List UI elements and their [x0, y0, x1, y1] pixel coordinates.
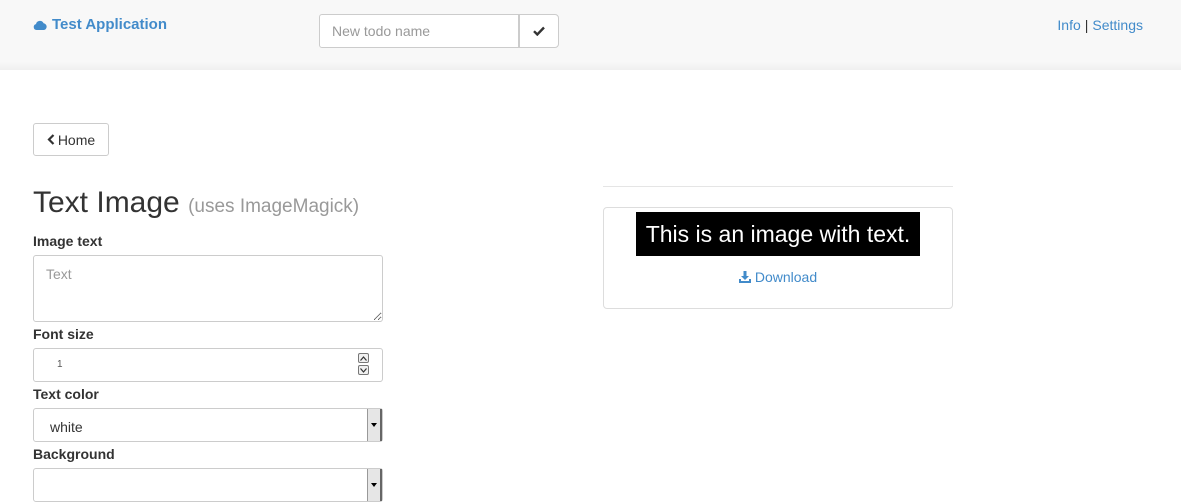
chevron-down-icon [360, 367, 367, 373]
page-subtitle: (uses ImageMagick) [188, 196, 360, 217]
dropdown-arrow-icon [367, 469, 382, 501]
font-size-label: Font size [33, 326, 94, 342]
home-button[interactable]: Home [33, 123, 109, 156]
nav-separator: | [1084, 17, 1089, 33]
page-title: Text Image (uses ImageMagick) [33, 186, 359, 220]
brand-link[interactable]: Test Application [33, 16, 167, 33]
increment-button[interactable] [358, 353, 369, 363]
chevron-left-icon [47, 134, 55, 145]
generated-text-image: This is an image with text. [636, 212, 920, 256]
home-button-label: Home [57, 131, 96, 148]
nav-links: Info | Settings [1057, 17, 1143, 33]
chevron-up-icon [360, 355, 367, 361]
background-label: Background [33, 446, 115, 462]
decrement-button[interactable] [358, 365, 369, 375]
page-title-text: Text Image [33, 186, 180, 219]
download-icon [738, 271, 751, 283]
download-label: Download [754, 269, 818, 285]
add-todo-button[interactable] [519, 14, 559, 48]
text-color-label: Text color [33, 386, 99, 402]
cloud-icon [33, 20, 47, 30]
background-select[interactable] [33, 468, 383, 502]
navbar: Test Application Info|Settings [0, 0, 1181, 70]
settings-link[interactable]: Settings [1092, 17, 1143, 33]
generated-image-text: This is an image with text. [645, 220, 911, 247]
info-link[interactable]: Info [1057, 17, 1080, 33]
text-color-value: white [50, 419, 83, 435]
font-size-value: 1 [57, 359, 63, 370]
brand-label: Test Application [52, 16, 168, 33]
image-text-label: Image text [33, 233, 103, 249]
new-todo-input[interactable] [319, 14, 519, 48]
dropdown-arrow-icon [367, 409, 382, 441]
font-size-input[interactable]: 1 [33, 348, 383, 382]
preview-panel: This is an image with text. Download [603, 207, 953, 309]
image-text-field[interactable] [33, 255, 383, 322]
divider [603, 186, 953, 187]
checkmark-icon [533, 26, 545, 36]
text-color-select[interactable]: white [33, 408, 383, 442]
font-size-spinner [358, 353, 370, 377]
download-link[interactable]: Download [604, 269, 952, 285]
